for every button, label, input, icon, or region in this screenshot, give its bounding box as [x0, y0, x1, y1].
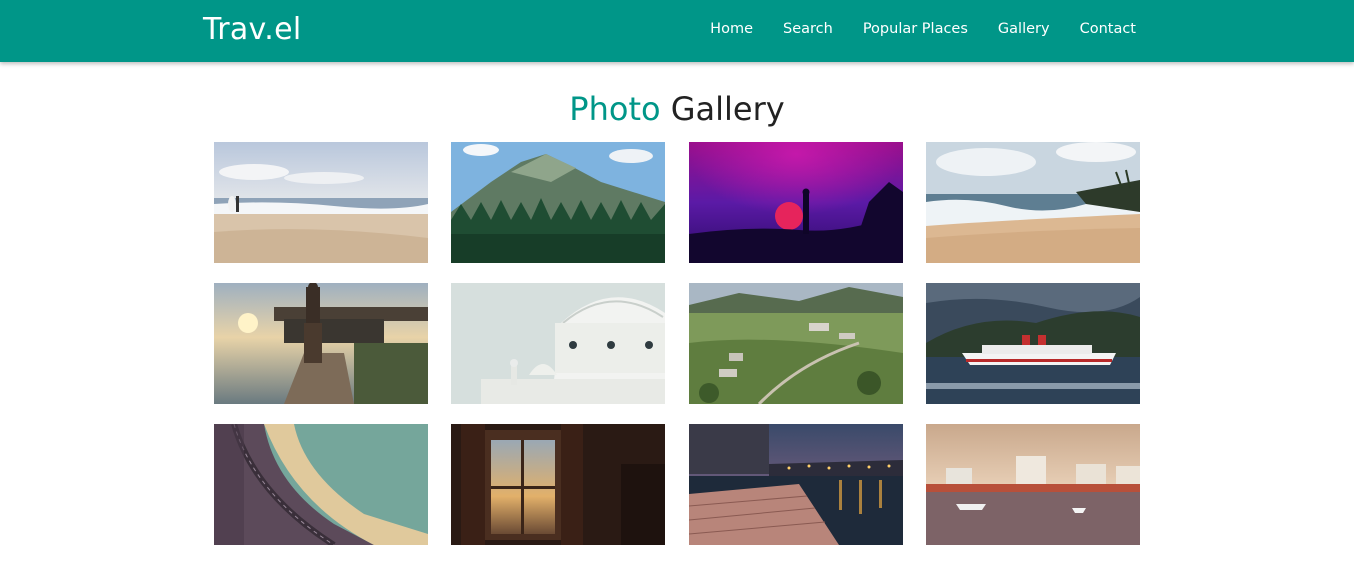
- page-title: Photo Gallery: [0, 90, 1354, 128]
- cruise-ship-photo[interactable]: [925, 283, 1140, 404]
- nav-search[interactable]: Search: [783, 21, 833, 37]
- photo-grid: [214, 142, 1140, 545]
- nav-gallery[interactable]: Gallery: [998, 21, 1050, 37]
- brand-logo[interactable]: Trav.el: [203, 12, 302, 47]
- top-navbar: Trav.el Home Search Popular Places Galle…: [0, 0, 1354, 62]
- valley-town-aerial-photo[interactable]: [688, 283, 903, 404]
- nav-popular-places[interactable]: Popular Places: [863, 21, 968, 37]
- main-nav: Home Search Popular Places Gallery Conta…: [680, 21, 1136, 37]
- purple-sunset-silhouette-photo[interactable]: [688, 142, 903, 263]
- coastal-road-aerial-photo[interactable]: [214, 424, 428, 545]
- tropical-beach-waves-photo[interactable]: [925, 142, 1140, 263]
- beach-surfer-photo[interactable]: [214, 142, 428, 263]
- nav-home[interactable]: Home: [710, 21, 753, 37]
- seaside-town-boats-photo[interactable]: [925, 424, 1140, 545]
- title-accent-word: Photo: [569, 90, 661, 128]
- window-sunset-photo[interactable]: [451, 424, 666, 545]
- title-rest-word: Gallery: [670, 90, 785, 128]
- pier-sunset-photo[interactable]: [214, 283, 428, 404]
- night-harbor-boardwalk-photo[interactable]: [688, 424, 903, 545]
- nav-contact[interactable]: Contact: [1080, 21, 1136, 37]
- white-mosque-photo[interactable]: [451, 283, 666, 404]
- mountain-forest-photo[interactable]: [451, 142, 666, 263]
